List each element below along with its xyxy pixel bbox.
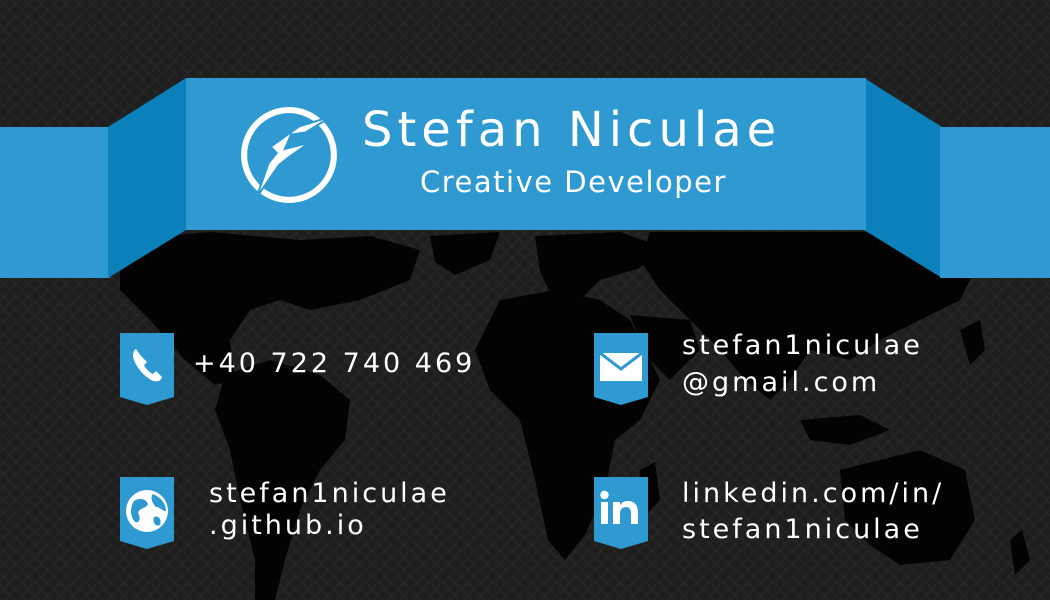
lightning-f-logo-icon xyxy=(241,107,337,203)
website-line-1[interactable]: stefan1niculae xyxy=(209,476,450,512)
website-line-2[interactable]: .github.io xyxy=(209,508,367,544)
email-line-1[interactable]: stefan1niculae xyxy=(682,328,923,364)
ribbon-left-tail xyxy=(0,127,110,278)
map-japan xyxy=(960,320,985,365)
globe-icon xyxy=(120,477,174,549)
linkedin-icon xyxy=(594,477,648,549)
linkedin-line-1[interactable]: linkedin.com/in/ xyxy=(682,476,944,512)
map-new-zealand xyxy=(1010,530,1030,575)
ribbon-right-fold xyxy=(864,78,942,278)
linkedin-line-2[interactable]: stefan1niculae xyxy=(682,512,923,548)
envelope-icon xyxy=(594,333,648,405)
phone-number[interactable]: +40 722 740 469 xyxy=(193,346,475,382)
brand-block: Stefan Niculae Creative Developer xyxy=(186,78,866,230)
phone-icon xyxy=(120,333,174,405)
ribbon-right-tail xyxy=(940,127,1050,278)
ribbon-left-fold xyxy=(108,78,186,278)
job-title: Creative Developer xyxy=(420,165,727,199)
map-indonesia xyxy=(800,415,890,445)
person-name: Stefan Niculae xyxy=(362,102,782,158)
email-line-2[interactable]: @gmail.com xyxy=(682,365,880,401)
